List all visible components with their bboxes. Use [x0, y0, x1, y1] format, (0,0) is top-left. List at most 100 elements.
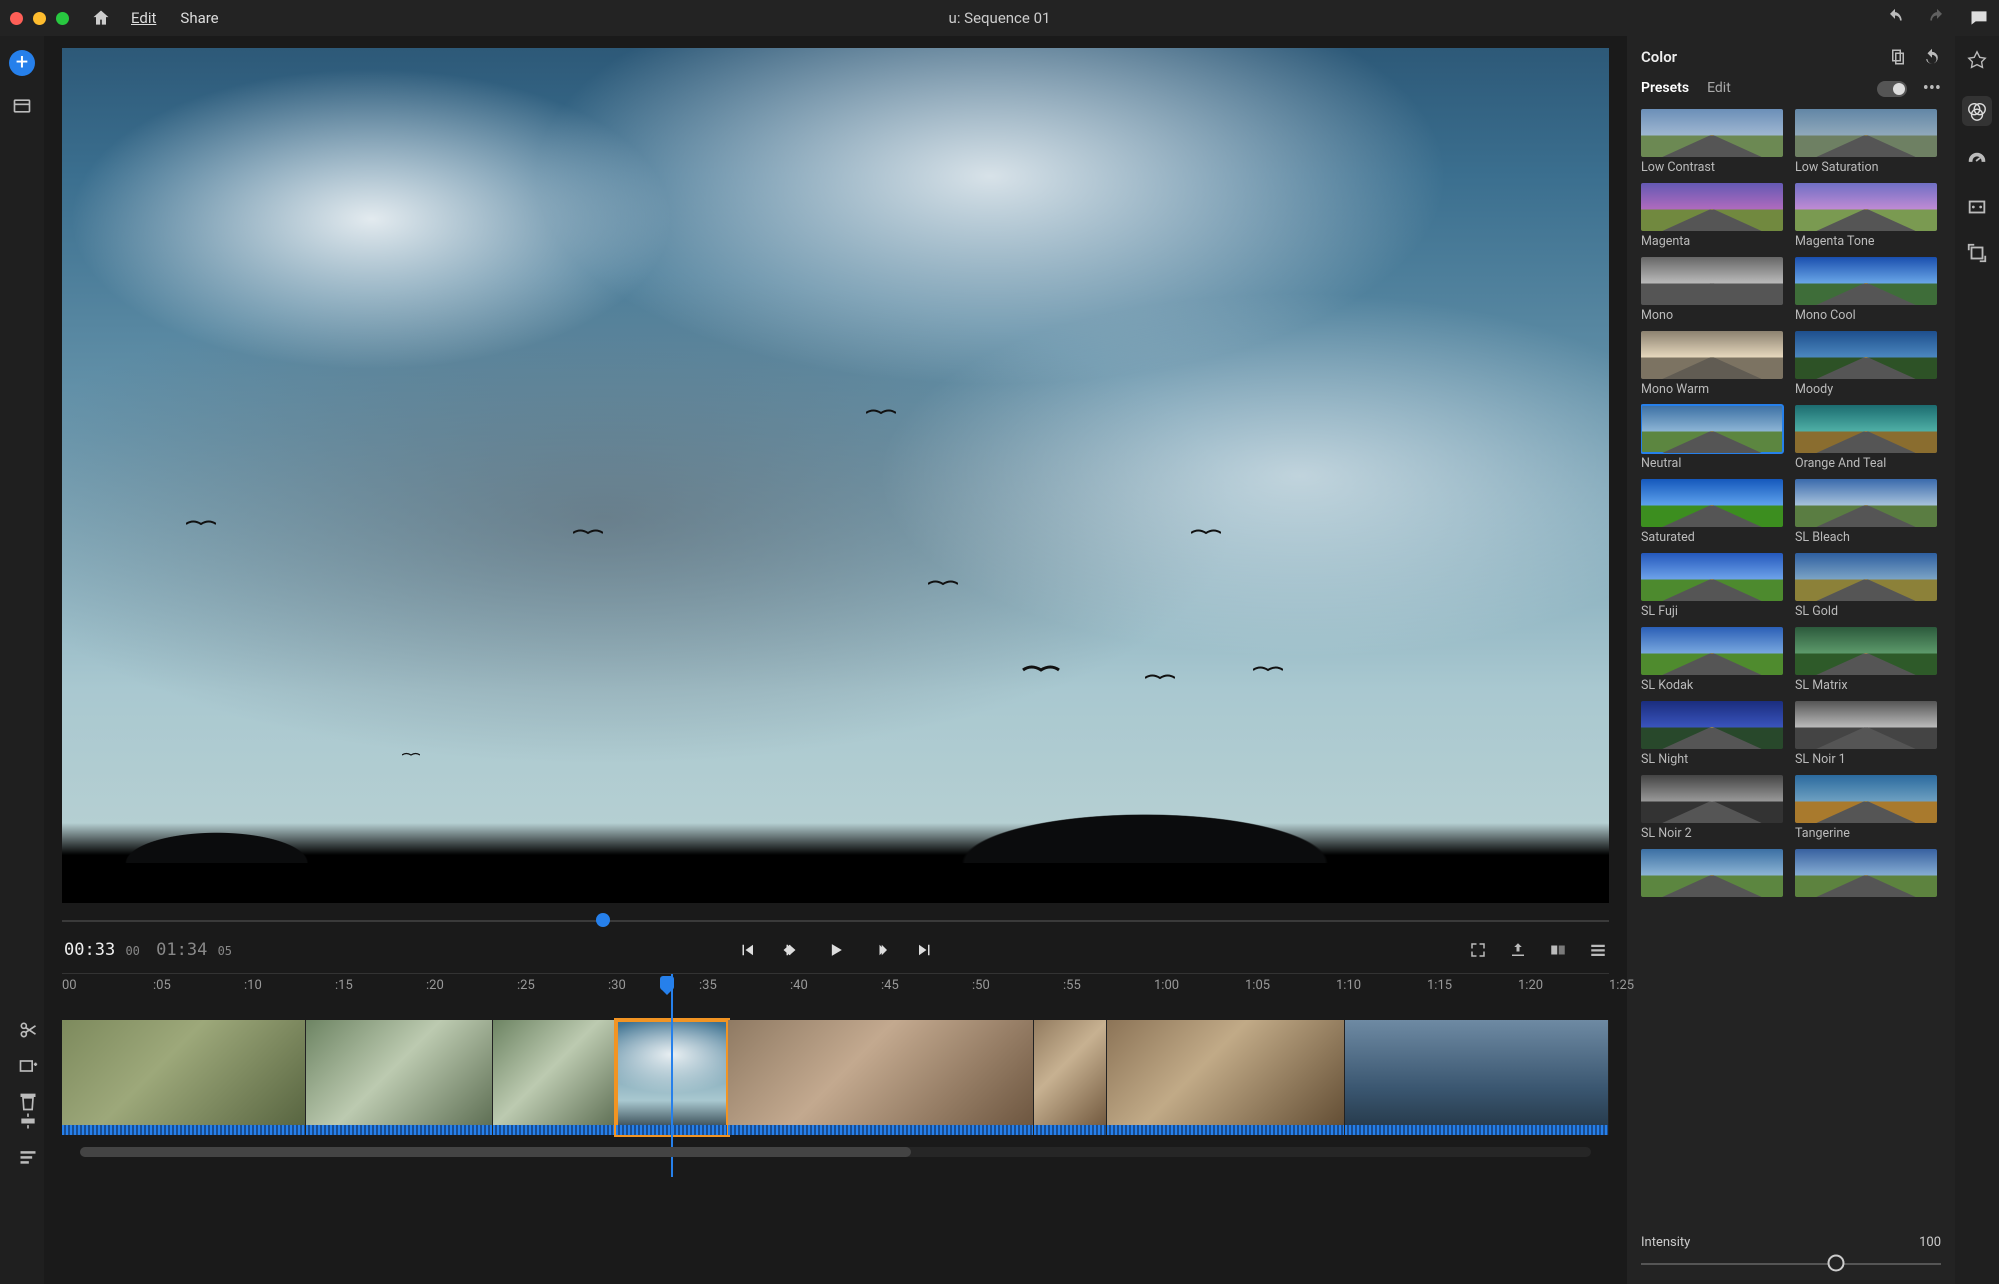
track-options-icon[interactable]	[18, 1147, 38, 1167]
preset-label: Magenta	[1641, 234, 1783, 249]
copy-effects-icon[interactable]	[1889, 48, 1907, 66]
project-panel-icon[interactable]	[10, 94, 34, 118]
audio-panel-icon[interactable]	[1966, 196, 1988, 218]
preset-item[interactable]: Magenta Tone	[1795, 183, 1937, 249]
home-icon[interactable]	[89, 6, 113, 30]
menu-share[interactable]: Share	[168, 3, 230, 33]
menu-edit[interactable]: Edit	[119, 3, 168, 33]
timeline-track[interactable]	[62, 1020, 1609, 1135]
video-preview[interactable]	[62, 48, 1609, 903]
timeline-clip[interactable]	[1034, 1020, 1107, 1135]
panel-title: Color	[1641, 48, 1677, 66]
step-back-button[interactable]	[782, 941, 800, 959]
preset-item[interactable]: Saturated	[1641, 479, 1783, 545]
tab-presets[interactable]: Presets	[1641, 80, 1689, 98]
scissors-icon[interactable]	[18, 1020, 38, 1040]
timecode-display[interactable]: 00:33 00 01:34 05	[64, 940, 232, 960]
preset-item[interactable]: SL Matrix	[1795, 627, 1937, 693]
playback-controls	[738, 940, 934, 960]
preset-label: Moody	[1795, 382, 1937, 397]
ruler-tick: 00	[62, 978, 77, 993]
preset-item[interactable]: Tangerine	[1795, 775, 1937, 841]
playback-options	[1469, 941, 1607, 959]
color-panel: Color Presets Edit ••• Low Contrast Low S…	[1627, 36, 1955, 1284]
preset-item[interactable]: SL Gold	[1795, 553, 1937, 619]
scrollbar-thumb[interactable]	[80, 1147, 911, 1157]
fullscreen-icon[interactable]	[1469, 941, 1487, 959]
preset-item[interactable]: Low Saturation	[1795, 109, 1937, 175]
preset-item[interactable]	[1795, 849, 1937, 900]
preset-preview-toggle[interactable]	[1877, 81, 1907, 97]
intensity-value[interactable]: 100	[1919, 1235, 1941, 1250]
playback-row: 00:33 00 01:34 05	[44, 927, 1627, 973]
preset-item[interactable]: Mono	[1641, 257, 1783, 323]
preset-label: Tangerine	[1795, 826, 1937, 841]
quality-icon[interactable]	[1549, 941, 1567, 959]
add-track-icon[interactable]	[18, 1056, 38, 1076]
preset-item[interactable]: SL Noir 2	[1641, 775, 1783, 841]
intensity-slider[interactable]	[1641, 1256, 1941, 1270]
redo-icon[interactable]	[1927, 8, 1947, 28]
center-area: 00:33 00 01:34 05 00:05:10:15:20:25:30:3…	[44, 36, 1627, 1284]
panel-tabs: Presets Edit	[1641, 80, 1731, 98]
preset-item[interactable]: SL Bleach	[1795, 479, 1937, 545]
more-icon[interactable]: •••	[1923, 78, 1941, 99]
timeline-clip[interactable]	[62, 1020, 306, 1135]
preset-label: SL Bleach	[1795, 530, 1937, 545]
preset-label: Low Contrast	[1641, 160, 1783, 175]
go-to-end-button[interactable]	[916, 941, 934, 959]
close-window-button[interactable]	[10, 12, 23, 25]
timeline-ruler[interactable]: 00:05:10:15:20:25:30:35:40:45:50:551:001…	[62, 973, 1609, 1020]
preview-scrubber[interactable]	[62, 913, 1609, 927]
go-to-start-button[interactable]	[738, 941, 756, 959]
timeline-clip[interactable]	[1107, 1020, 1344, 1135]
undo-icon[interactable]	[1885, 8, 1905, 28]
timeline-clip[interactable]	[306, 1020, 493, 1135]
minimize-window-button[interactable]	[33, 12, 46, 25]
ruler-tick: :55	[1063, 978, 1081, 993]
add-media-button[interactable]: +	[9, 50, 35, 76]
scrubber-handle[interactable]	[596, 913, 610, 927]
step-forward-button[interactable]	[872, 941, 890, 959]
preset-item[interactable]	[1641, 849, 1783, 900]
preset-item[interactable]: Low Contrast	[1641, 109, 1783, 175]
preset-item[interactable]: Moody	[1795, 331, 1937, 397]
preset-label: Neutral	[1641, 456, 1783, 471]
preset-item[interactable]: SL Kodak	[1641, 627, 1783, 693]
preset-item[interactable]: Neutral	[1641, 405, 1783, 471]
preset-item[interactable]: Mono Cool	[1795, 257, 1937, 323]
inspector-icon[interactable]	[1966, 50, 1988, 72]
speed-panel-icon[interactable]	[1966, 150, 1988, 172]
play-button[interactable]	[826, 940, 846, 960]
tab-edit[interactable]: Edit	[1707, 80, 1731, 98]
timeline-clip[interactable]	[493, 1020, 617, 1135]
preset-item[interactable]: SL Noir 1	[1795, 701, 1937, 767]
ruler-tick: :40	[790, 978, 808, 993]
right-rail	[1955, 36, 1999, 1284]
timeline-toolstrip-bottom	[18, 1105, 38, 1167]
timeline-scrollbar[interactable]	[80, 1147, 1591, 1157]
ruler-tick: :05	[153, 978, 171, 993]
reset-icon[interactable]	[1923, 48, 1941, 66]
preset-item[interactable]: SL Fuji	[1641, 553, 1783, 619]
color-panel-icon[interactable]	[1962, 96, 1992, 126]
preset-item[interactable]: Magenta	[1641, 183, 1783, 249]
maximize-window-button[interactable]	[56, 12, 69, 25]
export-frame-icon[interactable]	[1509, 941, 1527, 959]
preset-item[interactable]: Orange And Teal	[1795, 405, 1937, 471]
intensity-slider-handle[interactable]	[1828, 1255, 1845, 1272]
timeline-clip[interactable]	[1345, 1020, 1609, 1135]
timeline-area	[62, 1020, 1609, 1177]
preset-item[interactable]: SL Night	[1641, 701, 1783, 767]
view-options-icon[interactable]	[1589, 941, 1607, 959]
preset-label: Low Saturation	[1795, 160, 1937, 175]
intensity-label: Intensity	[1641, 1235, 1690, 1250]
timeline-clip[interactable]	[728, 1020, 1034, 1135]
ruler-tick: :10	[244, 978, 262, 993]
preset-item[interactable]: Mono Warm	[1641, 331, 1783, 397]
track-expand-icon[interactable]	[18, 1111, 38, 1131]
transform-panel-icon[interactable]	[1966, 242, 1988, 264]
chat-icon[interactable]	[1969, 8, 1989, 28]
ruler-tick: 1:10	[1336, 978, 1361, 993]
ruler-tick: 1:20	[1518, 978, 1543, 993]
